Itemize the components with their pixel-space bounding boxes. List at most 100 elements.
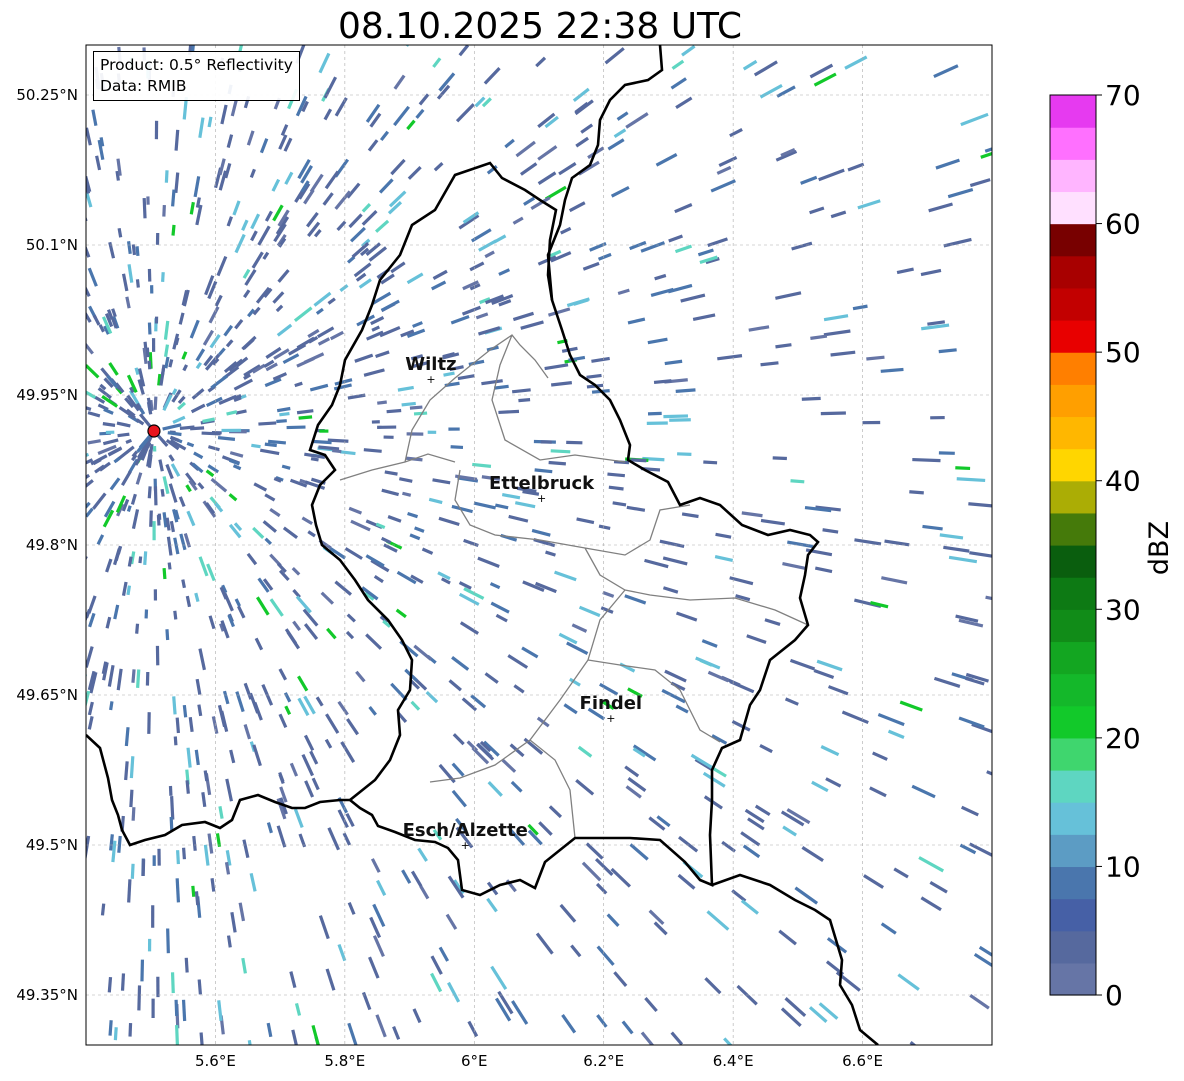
echo-cell — [149, 510, 153, 527]
echo-cell — [319, 429, 329, 433]
echo-cell — [154, 316, 159, 324]
echo-cell — [62, 602, 72, 617]
echo-cell — [64, 445, 78, 451]
echo-cell — [566, 440, 583, 445]
echo-cell — [156, 976, 160, 998]
echo-cell — [128, 1023, 133, 1037]
echo-cell — [61, 409, 74, 415]
echo-cell — [144, 609, 149, 619]
echo-cell — [76, 175, 82, 187]
echo-cell — [450, 445, 464, 450]
echo-cell — [154, 120, 159, 140]
city-label: Wiltz — [405, 354, 456, 375]
echo-cell — [440, 25, 452, 39]
lat-tick-label: 49.35°N — [16, 986, 78, 1004]
echo-cell — [151, 998, 155, 1019]
echo-cell — [647, 411, 662, 416]
echo-cell — [151, 338, 156, 352]
echo-cell — [753, 1056, 769, 1072]
echo-cell — [73, 138, 79, 151]
lat-tick-label: 49.65°N — [16, 686, 78, 704]
echo-cell — [62, 356, 79, 371]
echo-cell — [78, 999, 83, 1011]
echo-cell — [775, 28, 789, 38]
echo-cell — [63, 719, 70, 733]
echo-cell — [427, 430, 437, 434]
echo-cell — [73, 457, 80, 462]
echo-cell — [168, 785, 173, 796]
echo-cell — [500, 27, 516, 44]
echo-cell — [221, 428, 242, 433]
echo-cell — [67, 344, 78, 355]
echo-cell — [664, 27, 680, 41]
echo-cell — [629, 22, 643, 34]
echo-cell — [377, 425, 397, 429]
echo-cell — [68, 443, 80, 448]
echo-cell — [65, 490, 77, 500]
product-label: Product: 0.5° Reflectivity — [100, 56, 293, 74]
echo-cell — [280, 1044, 288, 1045]
echo-cell — [78, 828, 83, 839]
city-label: Ettelbruck — [489, 473, 595, 494]
echo-cell — [211, 33, 216, 44]
lat-tick-label: 49.8°N — [26, 536, 78, 554]
echo-cell — [70, 466, 83, 475]
echo-cell — [76, 909, 81, 921]
city-label: Esch/Alzette — [403, 820, 528, 841]
echo-cell — [448, 427, 460, 431]
echo-cell — [371, 20, 381, 34]
echo-cell — [145, 1056, 148, 1069]
echo-cell — [64, 163, 71, 175]
echo-cell — [86, 341, 87, 356]
echo-cell — [66, 320, 78, 335]
echo-cell — [1001, 686, 1020, 694]
echo-cell — [305, 1048, 313, 1068]
echo-cell — [137, 985, 142, 1011]
echo-cell — [938, 451, 955, 455]
lon-tick-label: 5.8°E — [324, 1052, 365, 1070]
echo-cell — [371, 420, 380, 424]
city-label: Findel — [580, 693, 643, 714]
echo-cell — [157, 848, 161, 866]
lat-tick-label: 49.95°N — [16, 386, 78, 404]
echo-cell — [147, 712, 151, 734]
radar-site-marker[interactable] — [147, 424, 161, 438]
echo-cell — [624, 1054, 636, 1068]
echo-cell — [152, 855, 156, 866]
echo-cell — [75, 121, 81, 133]
echo-cell — [152, 521, 156, 541]
echo-cell — [383, 435, 394, 439]
echo-cell — [162, 205, 166, 217]
echo-cell — [74, 798, 80, 814]
echo-cell — [162, 23, 166, 42]
data-source-label: Data: RMIB — [100, 77, 187, 95]
echo-cell — [147, 938, 152, 952]
echo-cell — [68, 183, 75, 195]
echo-cell — [63, 434, 73, 438]
lat-tick-label: 50.1°N — [26, 236, 78, 254]
echo-cell — [772, 456, 787, 461]
echo-cell — [67, 417, 85, 423]
echo-cell — [174, 999, 179, 1017]
echo-cell — [820, 411, 846, 416]
echo-cell — [69, 610, 80, 631]
echo-cell — [286, 425, 306, 430]
echo-cell — [147, 1050, 150, 1068]
echo-cell — [930, 415, 945, 420]
echo-cell — [670, 1055, 685, 1073]
echo-cell — [71, 582, 82, 601]
echo-cell — [86, 624, 87, 638]
echo-cell — [115, 1047, 119, 1060]
echo-cell — [66, 200, 76, 220]
echo-cell — [64, 606, 74, 622]
lat-tick-label: 49.5°N — [26, 836, 78, 854]
echo-cell — [127, 1050, 131, 1067]
echo-cell — [153, 589, 158, 601]
echo-cell — [147, 360, 152, 370]
lon-tick-label: 5.6°E — [195, 1052, 236, 1070]
echo-cell — [995, 716, 1013, 725]
echo-cell — [955, 466, 971, 471]
echo-cell — [86, 442, 87, 448]
radar-map[interactable]: 5.6°E 5.8°E 6°E 6.2°E 6.4°E 6.6°E 50.25°N 50.1°… — [0, 0, 1184, 1081]
product-info-box: Product: 0.5° Reflectivity Data: RMIB — [93, 51, 300, 101]
